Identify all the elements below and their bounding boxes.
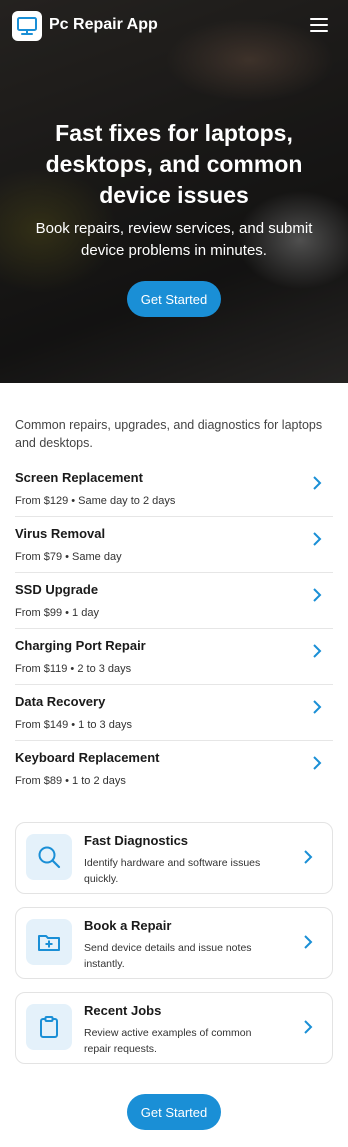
services-intro: Common repairs, upgrades, and diagnostic…: [15, 418, 323, 450]
service-meta: From $119 • 2 to 3 days: [15, 663, 132, 675]
search-icon: [26, 834, 72, 880]
chevron-right-icon: [313, 588, 322, 602]
service-meta: From $129 • Same day to 2 days: [15, 495, 176, 507]
service-name: Data Recovery: [15, 694, 106, 709]
feature-card-book-a-repair[interactable]: Book a Repair Send device details and is…: [15, 907, 333, 979]
service-item-charging-port-repair[interactable]: Charging Port Repair From $119 • 2 to 3 …: [15, 628, 333, 685]
service-meta: From $99 • 1 day: [15, 607, 99, 619]
feature-title: Book a Repair: [84, 918, 172, 933]
feature-card-recent-jobs[interactable]: Recent Jobs Review active examples of co…: [15, 992, 333, 1064]
hero-subtitle: Book repairs, review services, and submi…: [35, 220, 313, 259]
feature-title: Recent Jobs: [84, 1003, 162, 1018]
service-name: Screen Replacement: [15, 470, 143, 485]
feature-description: Send device details and issue notes inst…: [84, 942, 252, 970]
monitor-icon[interactable]: [12, 11, 42, 41]
chevron-right-icon: [304, 850, 313, 864]
get-started-button[interactable]: Get Started: [127, 281, 221, 317]
service-item-screen-replacement[interactable]: Screen Replacement From $129 • Same day …: [15, 460, 333, 517]
service-item-virus-removal[interactable]: Virus Removal From $79 • Same day: [15, 516, 333, 573]
service-name: Virus Removal: [15, 526, 106, 541]
service-name: SSD Upgrade: [15, 582, 99, 597]
service-name: Charging Port Repair: [15, 638, 146, 653]
service-item-data-recovery[interactable]: Data Recovery From $149 • 1 to 3 days: [15, 684, 333, 741]
service-meta: From $149 • 1 to 3 days: [15, 719, 132, 731]
chevron-right-icon: [304, 1020, 313, 1034]
feature-description: Review active examples of common repair …: [84, 1027, 252, 1055]
service-item-ssd-upgrade[interactable]: SSD Upgrade From $99 • 1 day: [15, 572, 333, 629]
service-meta: From $79 • Same day: [15, 551, 122, 563]
feature-description: Identify hardware and software issues qu…: [84, 857, 261, 885]
chevron-right-icon: [304, 935, 313, 949]
footer-get-started-button[interactable]: Get Started: [127, 1094, 221, 1130]
hero-section: Pc Repair App Fast fixes for laptops, de…: [0, 0, 348, 383]
feature-title: Fast Diagnostics: [84, 833, 189, 848]
service-item-keyboard-replacement[interactable]: Keyboard Replacement From $89 • 1 to 2 d…: [15, 740, 333, 796]
chevron-right-icon: [313, 476, 322, 490]
feature-card-fast-diagnostics[interactable]: Fast Diagnostics Identify hardware and s…: [15, 822, 333, 894]
chevron-right-icon: [313, 644, 322, 658]
clipboard-icon: [26, 1004, 72, 1050]
chevron-right-icon: [313, 700, 322, 714]
service-name: Keyboard Replacement: [15, 750, 160, 765]
folder-plus-icon: [26, 919, 72, 965]
service-meta: From $89 • 1 to 2 days: [15, 775, 126, 787]
top-navbar: Pc Repair App: [0, 0, 348, 52]
hamburger-menu-icon[interactable]: [310, 18, 328, 32]
chevron-right-icon: [313, 532, 322, 546]
app-name[interactable]: Pc Repair App: [49, 16, 158, 34]
hero-title: Fast fixes for laptops, desktops, and co…: [45, 120, 303, 208]
chevron-right-icon: [313, 756, 322, 770]
